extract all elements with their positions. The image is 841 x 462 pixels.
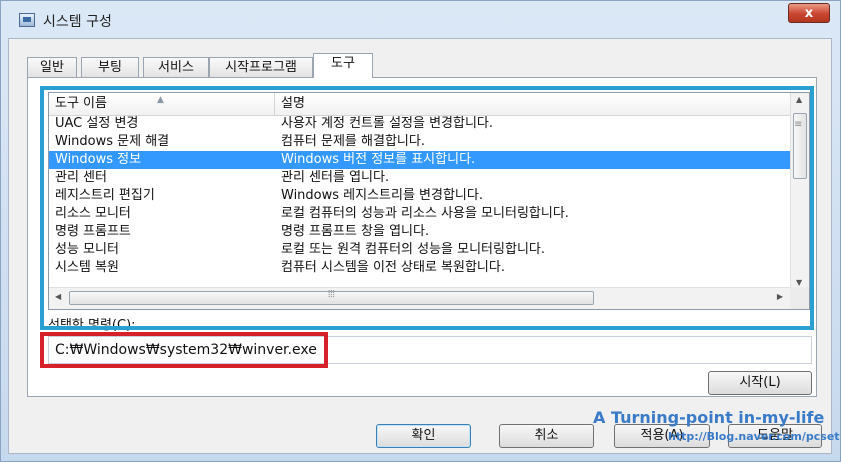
system-config-icon	[19, 13, 35, 27]
list-rows: UAC 설정 변경 사용자 계정 컨트롤 설정을 변경합니다. Windows 문제…	[49, 115, 791, 277]
close-button[interactable]: x	[788, 3, 830, 23]
tab-startup[interactable]: 시작프로그램	[209, 57, 313, 77]
scrollbar-corner	[790, 287, 809, 309]
tab-services[interactable]: 서비스	[143, 57, 209, 77]
scroll-right-icon[interactable]: ▶	[777, 292, 783, 301]
tool-name: UAC 설정 변경	[55, 116, 139, 131]
tab-tools[interactable]: 도구	[313, 53, 373, 78]
watermark-text: A Turning-point in-my-life	[593, 408, 825, 427]
column-header-tool-name[interactable]: 도구 이름 ▲	[49, 93, 275, 115]
tab-boot[interactable]: 부팅	[81, 57, 139, 77]
list-item[interactable]: Windows 문제 해결 컴퓨터 문제를 해결합니다.	[49, 133, 791, 151]
tool-name: 리소스 모니터	[55, 206, 131, 221]
watermark-url: http://Blog.naver.com/pcset	[668, 430, 840, 443]
selected-command-label: 선택한 명령(C):	[48, 318, 136, 333]
list-item[interactable]: 레지스트리 편집기 Windows 레지스트리를 변경합니다.	[49, 187, 791, 205]
tool-description: 로컬 컴퓨터의 성능과 리소스 사용을 모니터링합니다.	[281, 206, 569, 221]
tool-name: Windows 정보	[55, 152, 142, 167]
tool-name: 레지스트리 편집기	[55, 188, 155, 203]
ok-button[interactable]: 확인	[376, 424, 471, 448]
scroll-left-icon[interactable]: ◀	[55, 292, 61, 301]
tool-description: Windows 버전 정보를 표시합니다.	[281, 152, 476, 167]
tool-name: Windows 문제 해결	[55, 134, 170, 149]
tool-description: 관리 센터를 엽니다.	[281, 170, 390, 185]
tool-description: 로컬 또는 원격 컴퓨터의 성능을 모니터링합니다.	[281, 242, 545, 257]
list-item[interactable]: 명령 프롬프트 명령 프롬프트 창을 엽니다.	[49, 223, 791, 241]
vertical-scrollbar[interactable]: ▲ ≡ ▼	[790, 93, 809, 289]
cancel-button[interactable]: 취소	[499, 424, 594, 448]
list-item[interactable]: 관리 센터 관리 센터를 엽니다.	[49, 169, 791, 187]
sort-ascending-icon: ▲	[157, 95, 164, 105]
scroll-down-icon[interactable]: ▼	[796, 278, 802, 287]
horizontal-scroll-thumb[interactable]: ⦙⦙⦙	[69, 289, 594, 305]
title-bar[interactable]: 시스템 구성 x	[1, 1, 841, 41]
tool-description: 컴퓨터 문제를 해결합니다.	[281, 134, 425, 149]
tool-description: Windows 레지스트리를 변경합니다.	[281, 188, 483, 203]
tab-general[interactable]: 일반	[27, 57, 77, 77]
selected-command-field[interactable]: C:₩Windows₩system32₩winver.exe	[48, 336, 812, 364]
tool-name: 성능 모니터	[55, 242, 119, 257]
scroll-grip-icon: ≡	[794, 119, 803, 130]
tool-name: 관리 센터	[55, 170, 107, 185]
list-item[interactable]: Windows 정보 Windows 버전 정보를 표시합니다.	[49, 151, 791, 169]
column-header-description[interactable]: 설명	[275, 93, 791, 115]
list-item[interactable]: UAC 설정 변경 사용자 계정 컨트롤 설정을 변경합니다.	[49, 115, 791, 133]
list-header: 도구 이름 ▲ 설명	[49, 93, 791, 116]
scroll-up-icon[interactable]: ▲	[796, 95, 802, 104]
tools-list[interactable]: 도구 이름 ▲ 설명 UAC 설정 변경 사용자 계정 컨트롤 설정을 변경합니다…	[48, 92, 810, 310]
column-header-label: 도구 이름	[55, 96, 107, 111]
tool-description: 컴퓨터 시스템을 이전 상태로 복원합니다.	[281, 260, 505, 275]
list-item[interactable]: 리소스 모니터 로컬 컴퓨터의 성능과 리소스 사용을 모니터링합니다.	[49, 205, 791, 223]
launch-button[interactable]: 시작(L)	[708, 371, 812, 395]
window-title: 시스템 구성	[43, 14, 112, 30]
tool-name: 시스템 복원	[55, 260, 119, 275]
horizontal-scrollbar[interactable]: ◀ ⦙⦙⦙ ▶	[49, 287, 791, 309]
tool-name: 명령 프롬프트	[55, 224, 131, 239]
scroll-grip-icon: ⦙⦙⦙	[328, 289, 335, 300]
tool-description: 사용자 계정 컨트롤 설정을 변경합니다.	[281, 116, 494, 131]
tool-description: 명령 프롬프트 창을 엽니다.	[281, 224, 430, 239]
list-item[interactable]: 성능 모니터 로컬 또는 원격 컴퓨터의 성능을 모니터링합니다.	[49, 241, 791, 259]
list-item[interactable]: 시스템 복원 컴퓨터 시스템을 이전 상태로 복원합니다.	[49, 259, 791, 277]
